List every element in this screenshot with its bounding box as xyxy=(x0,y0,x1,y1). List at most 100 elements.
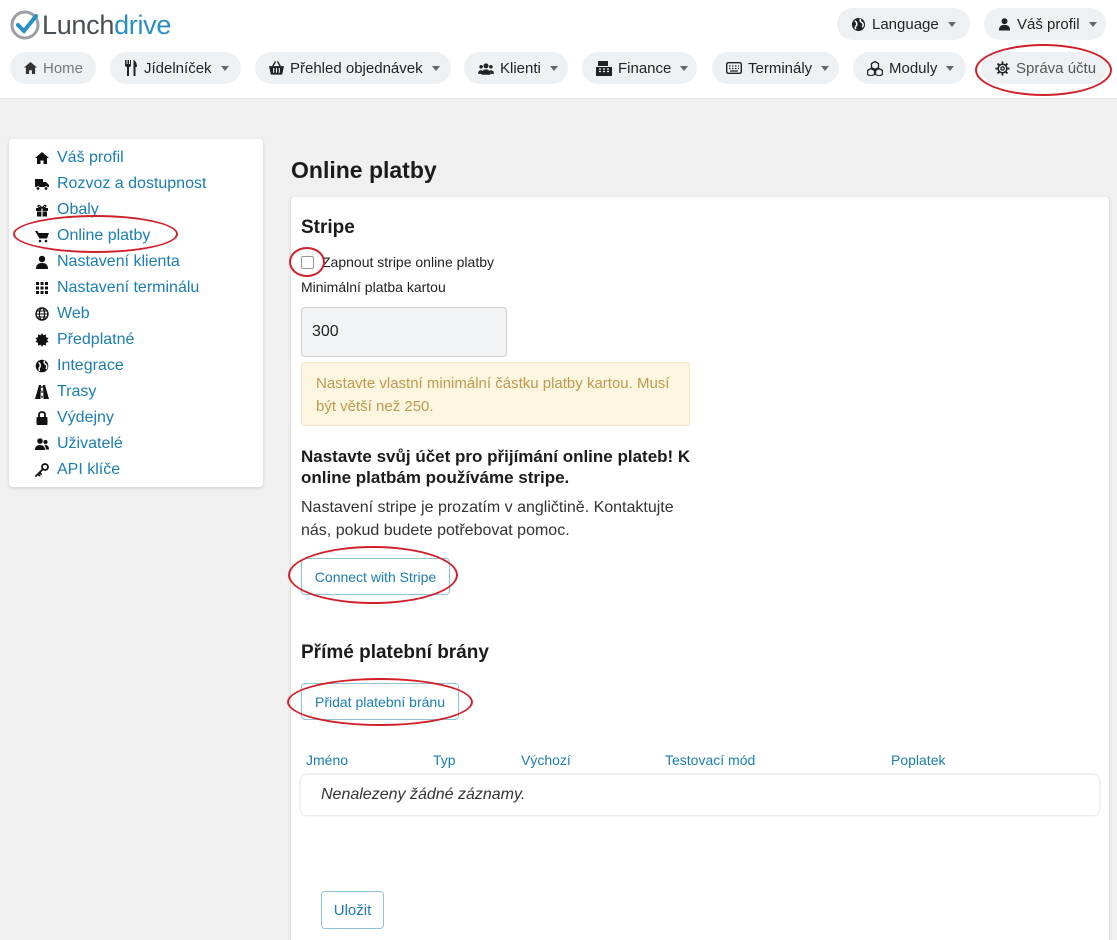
sidebar-item-label: Trasy xyxy=(57,383,97,400)
sidebar-item-label: Nastavení terminálu xyxy=(57,279,200,296)
users-icon xyxy=(35,438,49,450)
cash-register-icon xyxy=(596,60,612,76)
sidebar-item-api-keys[interactable]: API klíče xyxy=(9,457,263,483)
profile-label: Váš profil xyxy=(1017,15,1080,33)
nav-account-label: Správa účtu xyxy=(1016,59,1097,77)
stripe-setup-heading: Nastavte svůj účet pro přijímání online … xyxy=(301,447,691,487)
key-icon xyxy=(35,463,49,477)
nav-clients[interactable]: Klienti xyxy=(464,52,568,84)
sidebar-item-label: Předplatné xyxy=(57,331,135,348)
nav-orders-label: Přehled objednávek xyxy=(290,59,423,77)
nav-finance-label: Finance xyxy=(618,59,672,77)
connect-stripe-button[interactable]: Connect with Stripe xyxy=(301,558,450,595)
chevron-down-icon xyxy=(549,65,558,71)
sidebar-item-users[interactable]: Uživatelé xyxy=(9,431,263,457)
stripe-heading: Stripe xyxy=(301,217,355,238)
language-dropdown[interactable]: Language xyxy=(837,8,970,40)
globe-icon xyxy=(35,307,49,321)
sidebar-item-label: Uživatelé xyxy=(57,435,123,452)
home-icon xyxy=(35,152,49,164)
chevron-down-icon xyxy=(431,65,440,71)
nav-clients-label: Klienti xyxy=(500,59,541,77)
chevron-down-icon xyxy=(1088,21,1097,27)
gateways-empty-row: Nenalezeny žádné záznamy. xyxy=(301,775,1099,815)
user-icon xyxy=(998,18,1011,31)
sidebar-item-pickup-points[interactable]: Výdejny xyxy=(9,405,263,431)
nav-terminals-label: Terminály xyxy=(748,59,813,77)
sidebar-item-label: API klíče xyxy=(57,461,121,478)
column-header-default[interactable]: Výchozí xyxy=(521,752,571,768)
chevron-down-icon xyxy=(946,65,955,71)
nav-home-label: Home xyxy=(43,59,84,77)
gift-icon xyxy=(36,204,48,217)
badge-icon xyxy=(35,333,49,347)
sidebar-item-subscription[interactable]: Předplatné xyxy=(9,327,263,353)
grid-icon xyxy=(36,282,48,294)
nav-menu[interactable]: Jídelníček xyxy=(110,52,241,84)
sidebar-item-terminal-settings[interactable]: Nastavení terminálu xyxy=(9,275,263,301)
stripe-setup-text: Nastavení stripe je prozatím v angličtin… xyxy=(301,499,674,539)
earth-icon xyxy=(35,359,49,373)
logo-text: Lunchdrive xyxy=(42,9,172,40)
keyboard-icon xyxy=(726,62,742,74)
nav-menu-label: Jídelníček xyxy=(144,59,212,77)
sidebar-item-delivery[interactable]: Rozvoz a dostupnost xyxy=(9,171,263,197)
app-logo[interactable]: Lunchdrive xyxy=(10,8,171,42)
page-title: Online platby xyxy=(291,157,437,183)
cubes-icon xyxy=(867,60,883,76)
nav-account[interactable]: Správa účtu xyxy=(981,52,1107,84)
nav-modules[interactable]: Moduly xyxy=(853,52,966,84)
sidebar-item-online-payments[interactable]: Online platby xyxy=(9,223,263,249)
nav-orders[interactable]: Přehled objednávek xyxy=(255,52,451,84)
road-icon xyxy=(35,385,49,399)
globe-icon xyxy=(851,17,866,31)
nav-finance[interactable]: Finance xyxy=(582,52,697,84)
gear-icon xyxy=(995,60,1010,76)
lock-icon xyxy=(36,411,48,425)
profile-dropdown[interactable]: Váš profil xyxy=(984,8,1106,40)
sidebar-item-packaging[interactable]: Obaly xyxy=(9,197,263,223)
column-header-test-mode[interactable]: Testovací mód xyxy=(665,752,755,768)
truck-icon xyxy=(35,179,49,191)
min-payment-warning: Nastavte vlastní minimální částku platby… xyxy=(301,362,690,426)
top-header: Lunchdrive Language Váš profil Home Jíde… xyxy=(0,0,1117,99)
chevron-down-icon xyxy=(680,65,689,71)
chevron-down-icon xyxy=(947,21,956,27)
nav-modules-label: Moduly xyxy=(889,59,938,77)
min-payment-label: Minimální platba kartou xyxy=(301,279,446,295)
sidebar-item-profile[interactable]: Váš profil xyxy=(9,145,263,171)
chevron-down-icon xyxy=(220,65,229,71)
gateways-heading: Přímé platební brány xyxy=(301,642,489,663)
cart-icon xyxy=(35,231,49,243)
basket-icon xyxy=(269,61,284,75)
settings-sidebar: Váš profil Rozvoz a dostupnost Obaly Onl… xyxy=(9,139,263,487)
nav-home[interactable]: Home xyxy=(10,52,96,84)
sidebar-item-label: Rozvoz a dostupnost xyxy=(57,175,207,192)
sidebar-item-routes[interactable]: Trasy xyxy=(9,379,263,405)
sidebar-item-label: Integrace xyxy=(57,357,124,374)
chevron-down-icon xyxy=(821,65,830,71)
sidebar-item-web[interactable]: Web xyxy=(9,301,263,327)
column-header-name[interactable]: Jméno xyxy=(306,752,348,768)
cutlery-icon xyxy=(125,60,137,76)
stripe-enable-label[interactable]: Zapnout stripe online platby xyxy=(322,254,494,270)
sidebar-item-label: Web xyxy=(57,305,90,322)
users-icon xyxy=(478,62,494,75)
column-header-fee[interactable]: Poplatek xyxy=(891,752,945,768)
sidebar-item-integration[interactable]: Integrace xyxy=(9,353,263,379)
language-label: Language xyxy=(872,15,939,33)
sidebar-item-client-settings[interactable]: Nastavení klienta xyxy=(9,249,263,275)
add-gateway-button[interactable]: Přidat platební bránu xyxy=(301,683,459,720)
user-icon xyxy=(36,255,48,269)
sidebar-item-label: Obaly xyxy=(57,201,99,218)
column-header-type[interactable]: Typ xyxy=(433,752,456,768)
home-icon xyxy=(24,62,37,74)
stripe-enable-row: Zapnout stripe online platby xyxy=(301,254,494,270)
stripe-enable-checkbox[interactable] xyxy=(301,255,314,269)
nav-terminals[interactable]: Terminály xyxy=(712,52,839,84)
sidebar-item-label: Váš profil xyxy=(57,149,124,166)
sidebar-item-label: Výdejny xyxy=(57,409,114,426)
save-button[interactable]: Uložit xyxy=(321,891,384,929)
sidebar-item-label: Online platby xyxy=(57,227,151,244)
min-payment-input[interactable] xyxy=(301,307,507,357)
